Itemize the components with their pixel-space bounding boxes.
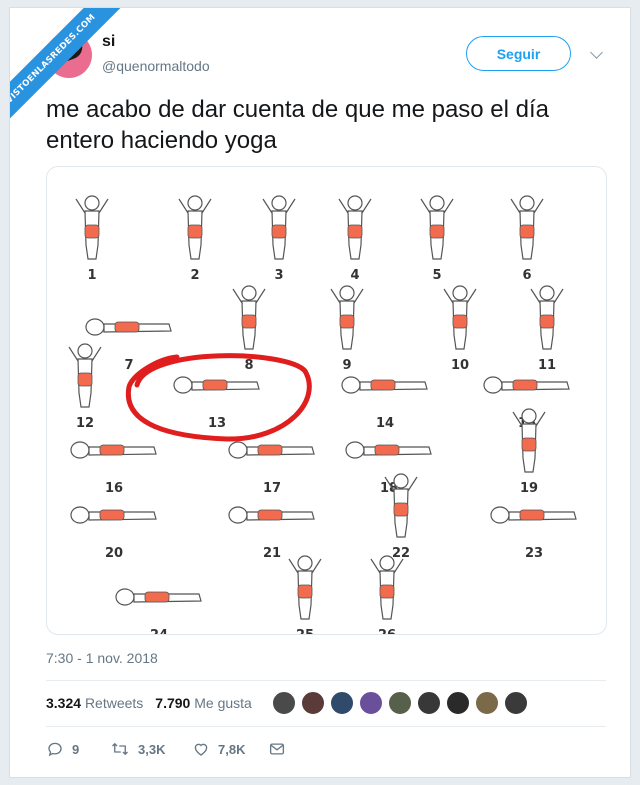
retweet-count: 3,3K xyxy=(138,741,166,757)
likes-stat[interactable]: 7.790 Me gusta xyxy=(155,695,252,711)
liker-avatar[interactable] xyxy=(388,691,412,715)
pose-number: 13 xyxy=(208,416,226,431)
pose-number: 2 xyxy=(190,268,199,283)
reply-action[interactable]: 9 xyxy=(46,740,110,758)
yoga-pose xyxy=(173,376,260,394)
watermark-text: VISTOENLASREDES.COM xyxy=(10,12,98,106)
yoga-pose xyxy=(228,506,315,524)
pose-number: 19 xyxy=(520,481,538,496)
tweet-actions: 9 3,3K 7,8K xyxy=(46,740,286,758)
pose-number: 17 xyxy=(263,481,281,496)
direct-message-action[interactable] xyxy=(268,740,286,758)
pose-number: 11 xyxy=(538,358,556,373)
divider xyxy=(46,726,606,727)
liker-avatar[interactable] xyxy=(301,691,325,715)
pose-number: 9 xyxy=(342,358,351,373)
yoga-pose xyxy=(341,376,428,394)
follow-button[interactable]: Seguir xyxy=(466,36,571,71)
likers-avatars xyxy=(272,691,528,715)
liker-avatar[interactable] xyxy=(504,691,528,715)
retweets-count: 3.324 xyxy=(46,695,82,711)
reply-icon xyxy=(48,742,62,757)
pose-number: 20 xyxy=(105,546,123,561)
yoga-pose xyxy=(228,441,315,459)
pose-number: 8 xyxy=(244,358,253,373)
pose-number: 3 xyxy=(274,268,283,283)
retweet-action[interactable]: 3,3K xyxy=(110,740,192,758)
yoga-pose xyxy=(232,285,266,350)
pose-number: 23 xyxy=(525,546,543,561)
yoga-pose xyxy=(288,555,322,620)
tweet-card: VISTOENLASREDES.COM si @quenormaltodo Se… xyxy=(9,7,631,778)
tweet-image[interactable]: 1234567891011121314151617181920212223242… xyxy=(46,166,607,635)
liker-avatar[interactable] xyxy=(272,691,296,715)
reply-count: 9 xyxy=(72,741,80,757)
yoga-pose xyxy=(68,343,102,408)
chevron-down-icon[interactable] xyxy=(590,46,603,59)
likes-count: 7.790 xyxy=(155,695,191,711)
pose-number: 14 xyxy=(376,416,394,431)
pose-number: 6 xyxy=(522,268,531,283)
pose-number: 4 xyxy=(350,268,359,283)
yoga-pose xyxy=(420,195,454,260)
retweet-icon xyxy=(112,743,128,755)
pose-number: 22 xyxy=(392,546,410,561)
yoga-poses-illustration: 1234567891011121314151617181920212223242… xyxy=(68,195,577,635)
tweet-timestamp[interactable]: 7:30 - 1 nov. 2018 xyxy=(46,650,158,666)
liker-avatar[interactable] xyxy=(359,691,383,715)
retweets-label: Retweets xyxy=(84,695,144,711)
yoga-pose xyxy=(85,318,172,336)
yoga-pose xyxy=(370,555,404,620)
yoga-pose xyxy=(115,588,202,606)
pose-number: 16 xyxy=(105,481,123,496)
yoga-pose xyxy=(345,441,432,459)
yoga-pose xyxy=(338,195,372,260)
pose-number: 25 xyxy=(296,628,314,635)
yoga-pose xyxy=(330,285,364,350)
tweet-text: me acabo de dar cuenta de que me paso el… xyxy=(46,96,550,154)
engagement-stats: 3.324 Retweets 7.790 Me gusta xyxy=(46,695,252,711)
liker-avatar[interactable] xyxy=(446,691,470,715)
yoga-pose xyxy=(262,195,296,260)
pose-number: 21 xyxy=(263,546,281,561)
yoga-pose xyxy=(178,195,212,260)
pose-number: 24 xyxy=(150,628,168,635)
liker-avatar[interactable] xyxy=(417,691,441,715)
envelope-icon xyxy=(269,743,285,755)
yoga-pose xyxy=(510,195,544,260)
liker-avatar[interactable] xyxy=(330,691,354,715)
retweets-stat[interactable]: 3.324 Retweets xyxy=(46,695,143,711)
likes-label: Me gusta xyxy=(194,695,252,711)
pose-number: 12 xyxy=(76,416,94,431)
like-action[interactable]: 7,8K xyxy=(192,740,268,758)
like-count: 7,8K xyxy=(218,741,246,757)
yoga-pose xyxy=(75,195,109,260)
yoga-pose xyxy=(512,408,546,473)
yoga-pose xyxy=(70,441,157,459)
yoga-pose xyxy=(70,506,157,524)
pose-number: 10 xyxy=(451,358,469,373)
divider xyxy=(46,680,606,681)
pose-number: 1 xyxy=(87,268,96,283)
liker-avatar[interactable] xyxy=(475,691,499,715)
yoga-pose xyxy=(483,376,570,394)
pose-number: 26 xyxy=(378,628,396,635)
yoga-pose xyxy=(443,285,477,350)
yoga-pose xyxy=(530,285,564,350)
pose-number: 5 xyxy=(432,268,441,283)
pose-number: 7 xyxy=(124,358,133,373)
yoga-pose xyxy=(384,473,418,538)
heart-icon xyxy=(194,743,208,756)
watermark-ribbon: VISTOENLASREDES.COM xyxy=(10,8,130,128)
yoga-pose xyxy=(490,506,577,524)
